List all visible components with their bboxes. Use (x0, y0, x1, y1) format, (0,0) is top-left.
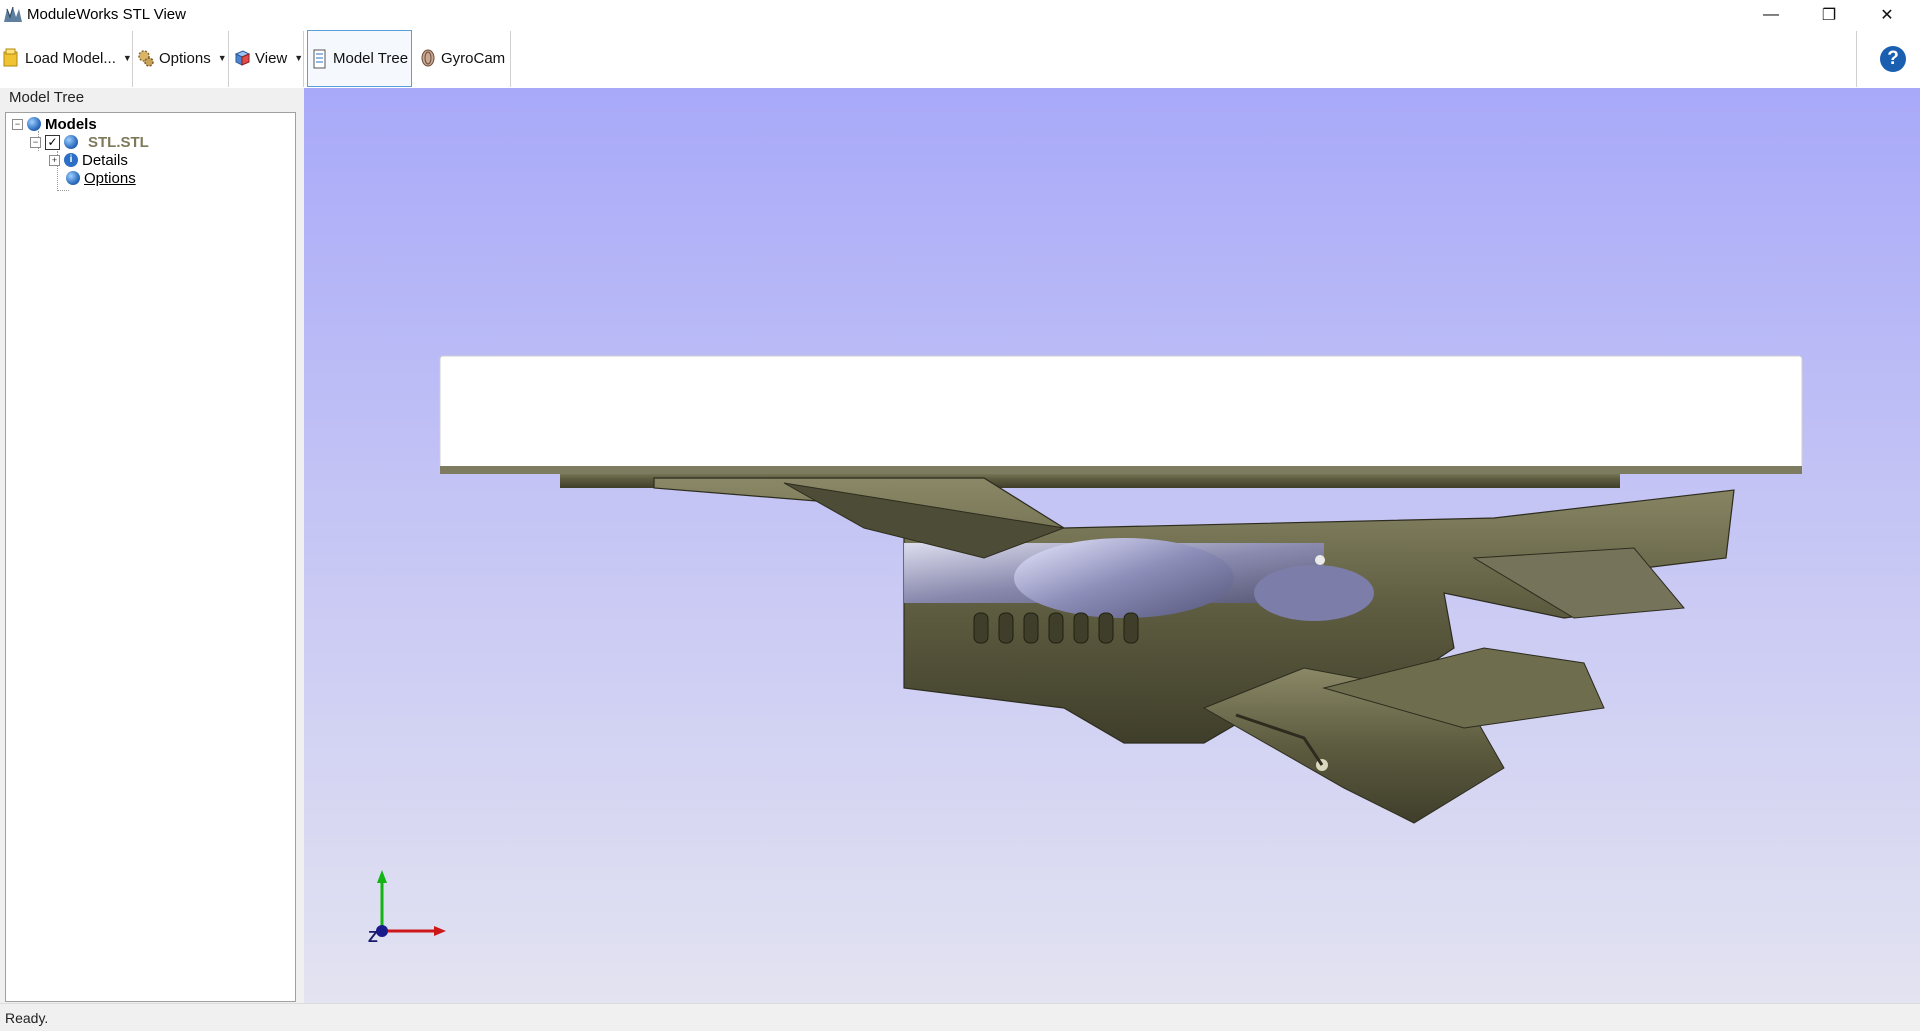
tree-item-label: Details (82, 151, 128, 169)
status-text: Ready. (5, 1010, 49, 1026)
panel-title: Model Tree (9, 89, 85, 106)
tree-connector (57, 190, 69, 191)
gyrocam-icon (419, 48, 437, 68)
options-button[interactable]: Options ▼ (134, 29, 228, 87)
globe-icon (64, 135, 78, 149)
model-tree-label: Model Tree (333, 50, 409, 67)
tree-item-label: STL.STL (88, 133, 149, 151)
visibility-checkbox[interactable]: ✓ (45, 134, 60, 150)
status-bar: Ready. (0, 1003, 1920, 1031)
model-tree-panel: Model Tree − Models − ✓ STL.STL + i Deta… (0, 88, 304, 1003)
options-label: Options (159, 49, 211, 67)
view-label: View (255, 49, 288, 67)
window-title: ModuleWorks STL View (27, 6, 186, 23)
view-button[interactable]: View ▼ (230, 29, 304, 87)
z-axis-label: Z (368, 929, 378, 946)
options-globe-icon (66, 171, 80, 185)
help-icon: ? (1887, 48, 1899, 69)
tree-item-stl-file[interactable]: − ✓ STL.STL (30, 132, 149, 152)
moduleworks-logo-icon (4, 6, 22, 22)
toolbar-separator (1856, 31, 1857, 87)
chevron-down-icon: ▼ (122, 53, 132, 63)
tree-item-models[interactable]: − Models (12, 114, 97, 134)
collapse-icon[interactable]: − (30, 136, 41, 148)
tree-view[interactable]: − Models − ✓ STL.STL + i Details Options (5, 112, 296, 1002)
folder-icon (3, 48, 21, 68)
gyrocam-label: GyroCam (441, 49, 506, 67)
base-plate (439, 355, 1803, 473)
info-icon: i (64, 153, 78, 167)
tree-item-details[interactable]: + i Details (49, 150, 128, 170)
toolbar-separator (132, 31, 133, 87)
title-bar: ModuleWorks STL View — ❐ ✕ (0, 0, 1920, 29)
model-render: Z (368, 355, 1803, 946)
expand-icon[interactable]: + (49, 154, 60, 166)
help-button[interactable]: ? (1880, 46, 1906, 72)
model-tree-button[interactable]: Model Tree (307, 30, 412, 87)
restore-icon: ❐ (1821, 6, 1837, 24)
globe-icon (27, 117, 41, 131)
view-cube-icon (233, 48, 251, 68)
gears-icon (137, 48, 155, 68)
toolbar-separator (303, 31, 304, 87)
minimize-icon: — (1763, 5, 1779, 23)
close-button[interactable]: ✕ (1858, 0, 1916, 29)
y-axis-arrow-icon (377, 870, 387, 883)
load-model-button[interactable]: Load Model... ▼ (0, 29, 132, 87)
chevron-down-icon: ▼ (294, 53, 304, 63)
load-model-label: Load Model... (25, 49, 116, 67)
close-icon: ✕ (1880, 6, 1894, 24)
axis-triad[interactable]: Z (368, 870, 446, 946)
toolbar-separator (228, 31, 229, 87)
tree-item-options[interactable]: Options (66, 168, 136, 188)
restore-button[interactable]: ❐ (1800, 0, 1858, 29)
3d-viewport[interactable]: Z (304, 88, 1920, 1003)
tree-list-icon (311, 49, 329, 69)
toolbar: Load Model... ▼ Options ▼ View ▼ Model T… (0, 29, 1920, 89)
turbine-model (560, 470, 1735, 824)
tree-item-label: Models (45, 115, 97, 133)
toolbar-separator (510, 31, 511, 87)
minimize-button[interactable]: — (1742, 0, 1800, 29)
tree-item-label: Options (84, 169, 136, 187)
collapse-icon[interactable]: − (12, 118, 23, 130)
chevron-down-icon: ▼ (217, 53, 227, 63)
gyrocam-button[interactable]: GyroCam (416, 29, 510, 87)
x-axis-arrow-icon (434, 926, 446, 936)
